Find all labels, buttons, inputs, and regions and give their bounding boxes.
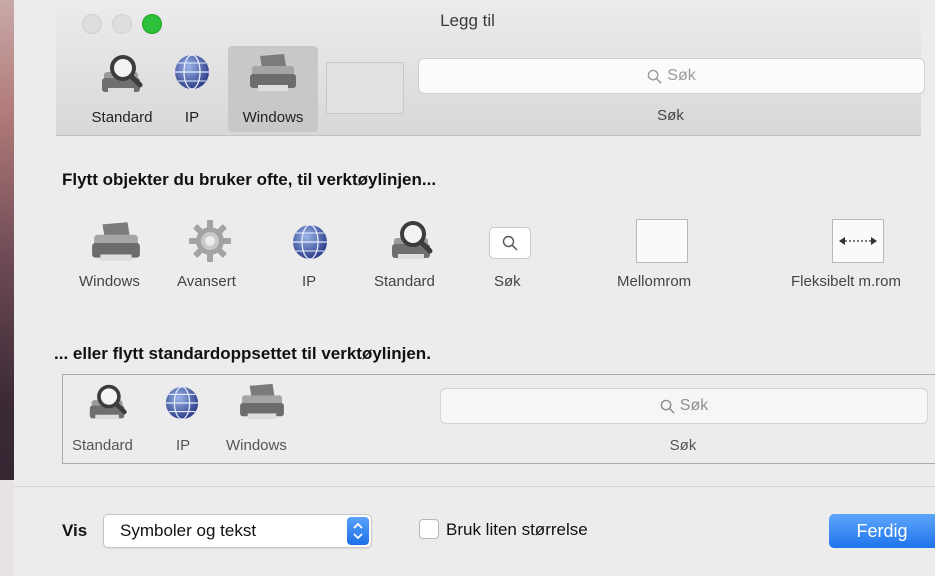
toolbar-search-field[interactable]: Søk	[418, 58, 925, 94]
flexible-space-icon[interactable]	[832, 219, 884, 263]
up-down-chevron-icon	[353, 522, 363, 540]
default-item-label: IP	[176, 437, 191, 454]
toolbar-search-label: Søk	[657, 107, 684, 124]
default-search-label: Søk	[669, 437, 697, 454]
window-title: Legg til	[440, 11, 495, 30]
palette-item-label: Avansert	[177, 273, 236, 290]
printer-icon	[240, 383, 284, 420]
printer-magnifier-icon[interactable]	[388, 218, 436, 262]
small-size-label[interactable]: Bruk liten størrelse	[446, 520, 588, 540]
search-placeholder: Søk	[667, 67, 696, 84]
globe-icon	[175, 54, 209, 90]
show-mode-value: Symboler og tekst	[120, 521, 257, 540]
toolbar-item-windows[interactable]: Windows	[228, 46, 318, 132]
default-search-field: Søk	[440, 388, 928, 424]
default-item-label: Standard	[72, 437, 133, 454]
show-label: Vis	[62, 521, 88, 540]
palette-item-label: Søk	[494, 273, 521, 290]
palette-item-label: IP	[302, 273, 317, 290]
printer-icon	[250, 54, 296, 91]
search-icon	[660, 399, 675, 414]
space-icon[interactable]	[636, 219, 688, 263]
palette-search-item[interactable]	[489, 227, 531, 259]
printer-magnifier-icon	[89, 384, 127, 420]
globe-icon[interactable]	[290, 222, 330, 262]
show-mode-select[interactable]: Symboler og tekst	[103, 514, 372, 548]
palette-item-label: Standard	[374, 273, 435, 290]
globe-icon	[165, 386, 199, 420]
printer-icon[interactable]	[90, 220, 142, 264]
search-icon	[502, 235, 518, 251]
palette-item-label: Windows	[79, 273, 140, 290]
select-stepper[interactable]	[347, 517, 369, 545]
search-icon	[647, 69, 662, 84]
toolbar-item-label: Standard	[91, 109, 153, 126]
toolbar-item-label: IP	[184, 109, 200, 126]
default-item-label: Windows	[226, 437, 287, 454]
palette-heading: Flytt objekter du bruker ofte, til verkt…	[62, 170, 437, 189]
toolbar-item-label: Windows	[242, 109, 304, 126]
toolbar-item-standard[interactable]: Standard	[80, 46, 164, 132]
double-arrow-icon	[839, 237, 877, 245]
printer-magnifier-icon	[102, 55, 143, 93]
default-set-heading: ... eller flytt standardoppsettet til ve…	[54, 344, 431, 363]
palette-item-label: Fleksibelt m.rom	[791, 273, 902, 290]
palette-item-label: Mellomrom	[617, 273, 692, 290]
footer-divider	[14, 486, 935, 487]
done-button[interactable]: Ferdig	[829, 514, 935, 548]
toolbar-item-ip[interactable]: IP	[170, 46, 214, 132]
gear-icon[interactable]	[187, 218, 233, 264]
search-placeholder: Søk	[679, 397, 709, 414]
toolbar-empty-slot	[326, 62, 404, 114]
small-size-checkbox[interactable]	[419, 519, 439, 539]
